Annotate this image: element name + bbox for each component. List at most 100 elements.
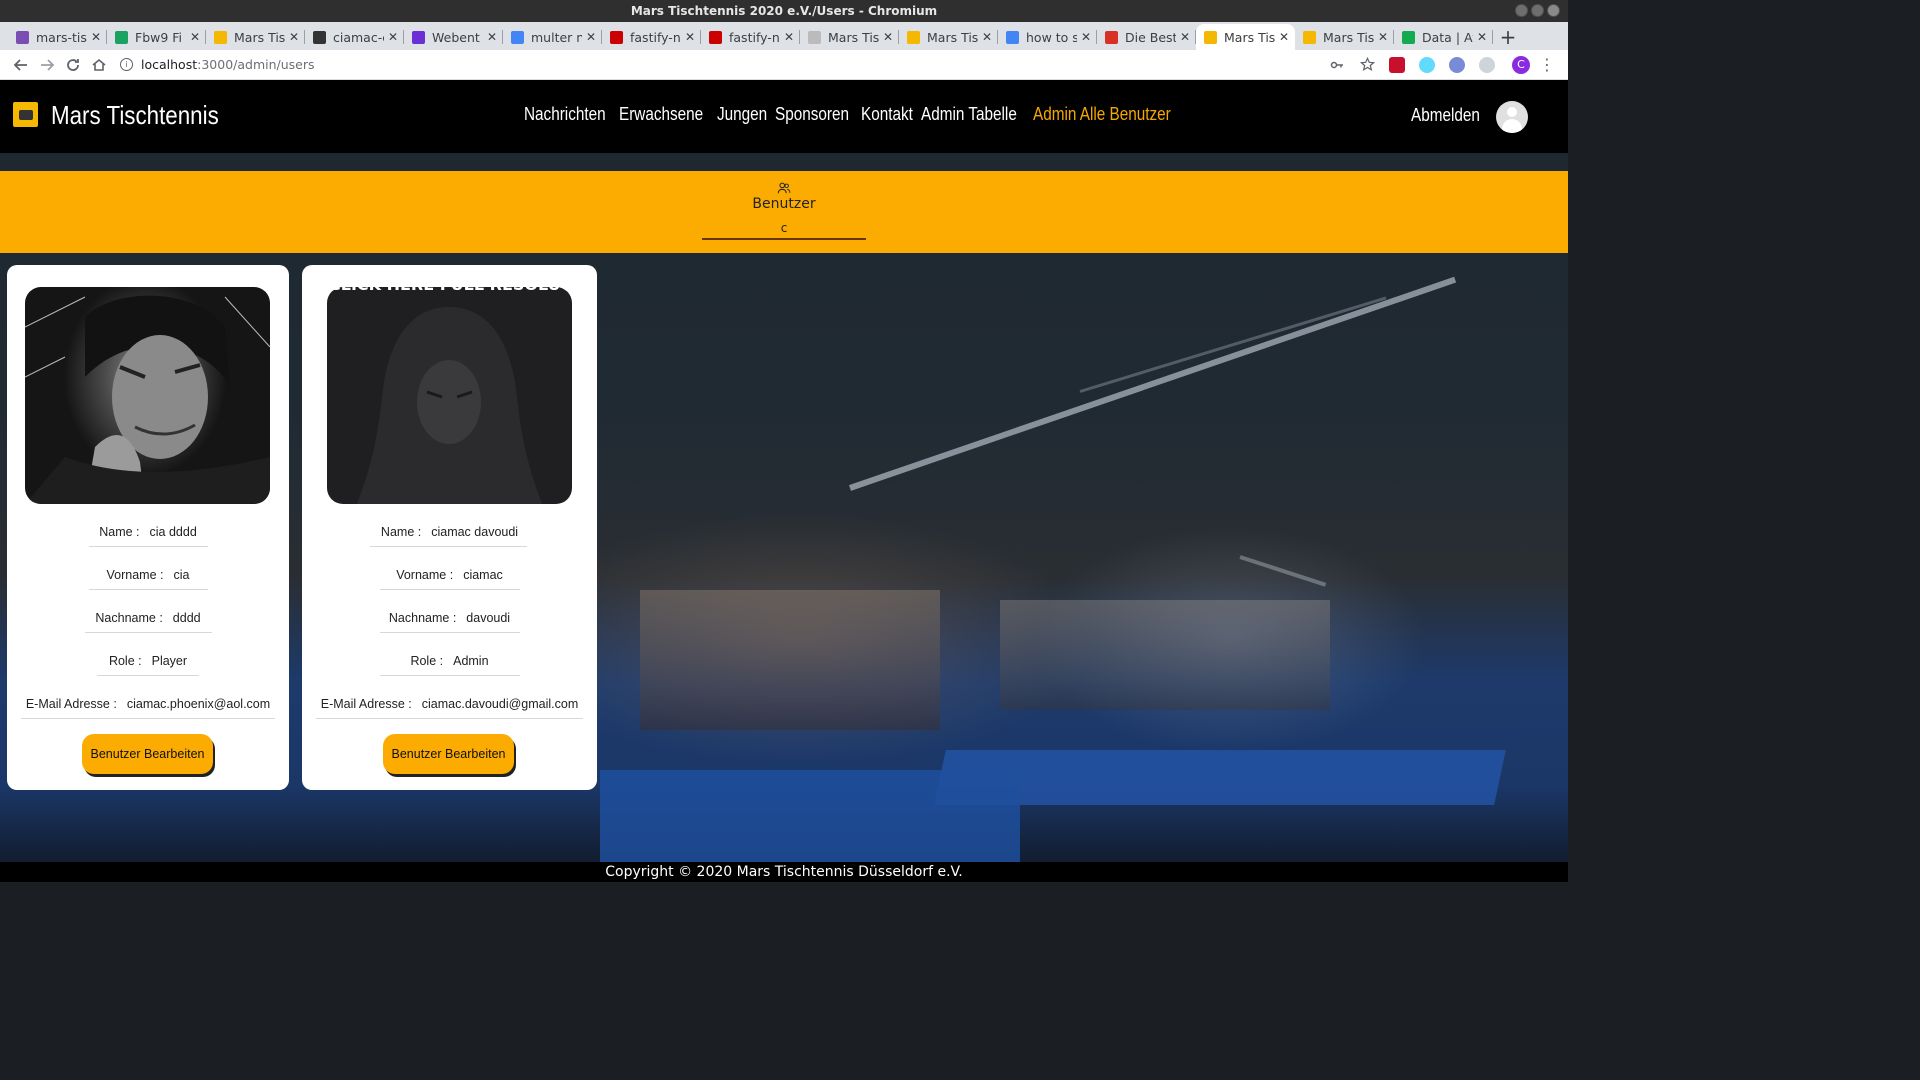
react-devtools-icon[interactable] [1419,56,1435,73]
user-field-name: Name : ciamac davoudi [302,525,597,539]
address-bar[interactable]: i localhost:3000/admin/users [112,52,1324,78]
users-group-icon [777,182,791,194]
browser-tab[interactable]: Mars Tis ✕ [206,24,305,50]
tab-close-icon[interactable]: ✕ [1180,30,1190,44]
tab-title: how to s [1026,29,1077,45]
info-icon[interactable]: i [120,58,133,71]
tab-close-icon[interactable]: ✕ [388,30,398,44]
mars-icon [1204,30,1217,44]
close-window-button[interactable] [1547,4,1560,17]
browser-tab[interactable]: multer n ✕ [503,24,602,50]
tab-close-icon[interactable]: ✕ [1081,30,1091,44]
tab-title: Die Best [1125,29,1176,45]
browser-tab[interactable]: ciamac-c ✕ [305,24,404,50]
maximize-button[interactable] [1531,4,1544,17]
minimize-button[interactable] [1515,4,1528,17]
tab-title: fastify-n [630,29,681,45]
tab-close-icon[interactable]: ✕ [1477,30,1487,44]
tab-title: fastify-n [729,29,780,45]
field-label: Name : [380,525,422,539]
tab-close-icon[interactable]: ✕ [1378,30,1388,44]
tab-close-icon[interactable]: ✕ [289,30,299,44]
image-caption: CLICK HERE FULL RESOLUTION [329,277,572,293]
extension-blue-icon[interactable] [1449,56,1465,73]
logout-link[interactable]: Abmelden [1411,105,1480,126]
tab-title: Mars Tis [1224,29,1275,45]
forward-button[interactable] [34,52,60,78]
browser-tab[interactable]: Data | At ✕ [1394,24,1493,50]
browser-tab[interactable]: fastify-n ✕ [602,24,701,50]
tab-title: mars-tis [36,29,87,45]
window-titlebar: Mars Tischtennis 2020 e.V./Users - Chrom… [0,0,1568,22]
nav-link-kontakt[interactable]: Kontakt [861,104,913,125]
google-icon [511,30,524,44]
extension-grey-icon[interactable] [1479,56,1495,73]
tab-close-icon[interactable]: ✕ [685,30,695,44]
brand-name[interactable]: Mars Tischtennis [51,100,219,131]
user-field-nachname: Nachname : dddd [7,611,289,625]
field-label: Vorname : [396,568,454,582]
browser-tabstrip: mars-tis ✕ Fbw9 Fi ✕ Mars Tis ✕ ciamac-c ✕ Weben… [0,22,1568,50]
nav-link-erwachsene[interactable]: Erwachsene [619,104,703,125]
profile-avatar[interactable]: C [1512,55,1530,74]
tab-close-icon[interactable]: ✕ [1279,30,1289,44]
nav-link-nachrichten[interactable]: Nachrichten [524,104,606,125]
edit-user-button[interactable]: Benutzer Bearbeiten [82,734,213,774]
nav-link-admin-alle-benutzer[interactable]: Admin Alle Benutzer [1033,104,1171,125]
field-value: ciamac.phoenix@aol.com [126,697,271,711]
browser-tab[interactable]: Mars Tis ✕ [1295,24,1394,50]
tab-close-icon[interactable]: ✕ [91,30,101,44]
extension-red-icon[interactable] [1389,56,1405,73]
nav-link-jungen[interactable]: Jungen [717,104,767,125]
divider [380,589,520,590]
field-label: Name : [99,525,140,539]
browser-tab[interactable]: fastify-n ✕ [701,24,800,50]
user-field-vorname: Vorname : ciamac [302,568,597,582]
nav-link-admin-tabelle[interactable]: Admin Tabelle [921,104,1017,125]
tab-close-icon[interactable]: ✕ [883,30,893,44]
user-filter-input[interactable]: c [702,217,866,240]
tab-close-icon[interactable]: ✕ [784,30,794,44]
browser-tab[interactable]: mars-tis ✕ [8,24,107,50]
mongodb-icon [1402,30,1415,44]
tab-title: Fbw9 Fi [135,29,183,45]
divider [89,589,208,590]
tab-title: Mars Tis [1323,29,1374,45]
browser-tab[interactable]: Die Best ✕ [1097,24,1196,50]
tab-close-icon[interactable]: ✕ [982,30,992,44]
tab-title: Mars Tis [234,29,285,45]
browser-tab[interactable]: Mars Tis ✕ [899,24,998,50]
users-header-bar: Benutzer c [0,171,1568,253]
browser-tab[interactable]: Fbw9 Fi ✕ [107,24,206,50]
field-value: cia dddd [149,525,197,539]
browser-tab[interactable]: how to s ✕ [998,24,1097,50]
browser-tab[interactable]: Mars Tis ✕ [1196,24,1295,50]
menu-kebab-icon[interactable]: ⋮ [1534,52,1560,78]
divider [97,675,199,676]
user-avatar-image [25,287,270,504]
tab-close-icon[interactable]: ✕ [190,30,200,44]
url-host: localhost [141,57,198,72]
back-button[interactable] [8,52,34,78]
tab-close-icon[interactable]: ✕ [487,30,497,44]
brand-logo-icon[interactable] [13,102,38,127]
site-navbar: Mars Tischtennis Nachrichten Erwachsene Ju… [0,80,1568,153]
field-label: Vorname : [106,568,164,582]
tab-close-icon[interactable]: ✕ [586,30,596,44]
browser-tab[interactable]: Webent ✕ [404,24,503,50]
key-icon[interactable] [1324,52,1350,78]
user-avatar-icon[interactable] [1496,101,1528,133]
edit-user-button[interactable]: Benutzer Bearbeiten [383,734,514,774]
new-tab-button[interactable]: + [1493,24,1523,50]
browser-tab[interactable]: Mars Tis ✕ [800,24,899,50]
nav-link-sponsoren[interactable]: Sponsoren [775,104,849,125]
home-button[interactable] [86,52,112,78]
field-label: E-Mail Adresse : [25,697,117,711]
tab-title: Data | At [1422,29,1473,45]
user-field-role: Role : Admin [302,654,597,668]
field-value: cia [173,568,190,582]
reload-button[interactable] [60,52,86,78]
tab-title: Webent [432,29,480,45]
sheets-icon [115,30,128,44]
bookmark-star-icon[interactable] [1354,52,1380,78]
